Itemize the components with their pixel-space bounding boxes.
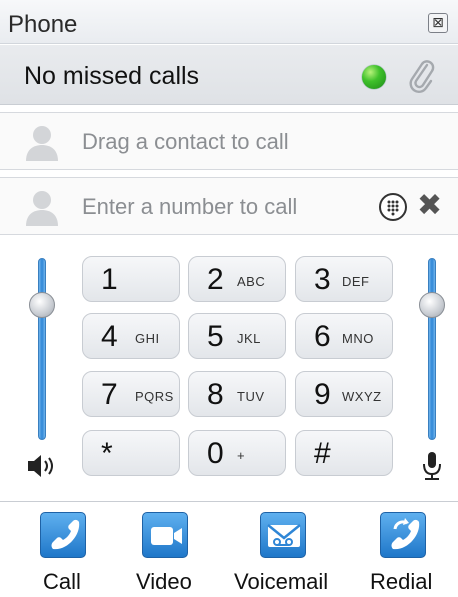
key-digit: 8 xyxy=(207,378,224,411)
redial-button[interactable]: Redial xyxy=(350,512,458,597)
status-bar: No missed calls xyxy=(0,45,458,105)
slider-track xyxy=(38,258,46,440)
voicemail-envelope-icon xyxy=(260,512,306,558)
key-digit: * xyxy=(101,437,113,470)
key-letters: GHI xyxy=(135,331,160,346)
slider-thumb[interactable] xyxy=(29,292,55,319)
key-star[interactable]: * xyxy=(82,430,180,476)
video-button[interactable]: Video xyxy=(120,512,220,597)
dialpad-toggle-button[interactable] xyxy=(379,193,407,221)
key-2[interactable]: 2 ABC xyxy=(188,256,286,302)
key-letters: WXYZ xyxy=(342,389,382,404)
redial-icon xyxy=(380,512,426,558)
key-3[interactable]: 3 DEF xyxy=(295,256,393,302)
key-digit: 3 xyxy=(314,263,331,296)
key-digit: 1 xyxy=(101,263,118,296)
key-digit: 4 xyxy=(101,320,118,353)
key-4[interactable]: 4 GHI xyxy=(82,313,180,359)
microphone-volume-slider[interactable] xyxy=(419,258,445,448)
call-button[interactable]: Call xyxy=(0,512,120,597)
paperclip-icon[interactable] xyxy=(408,59,436,95)
key-8[interactable]: 8 TUV xyxy=(188,371,286,417)
key-letters: DEF xyxy=(342,274,370,289)
contact-drop-field[interactable]: Drag a contact to call xyxy=(0,112,458,170)
missed-calls-status: No missed calls xyxy=(24,62,200,90)
number-field-placeholder: Enter a number to call xyxy=(82,194,298,219)
key-letters: PQRS xyxy=(135,389,174,404)
voicemail-label: Voicemail xyxy=(234,569,329,594)
key-digit: 7 xyxy=(101,378,118,411)
title-bar: Phone ⊠ xyxy=(0,0,458,44)
window-title: Phone xyxy=(8,11,78,38)
contact-avatar-icon xyxy=(26,191,58,226)
phone-icon xyxy=(40,512,86,558)
key-letters: + xyxy=(237,448,246,463)
call-label: Call xyxy=(43,569,81,594)
key-digit: 2 xyxy=(207,263,224,296)
key-digit: 5 xyxy=(207,320,224,353)
video-label: Video xyxy=(136,569,192,594)
key-letters: MNO xyxy=(342,331,374,346)
redial-label: Redial xyxy=(370,569,433,594)
slider-track xyxy=(428,258,436,440)
key-hash[interactable]: # xyxy=(295,430,393,476)
contact-field-placeholder: Drag a contact to call xyxy=(82,129,289,154)
slider-thumb[interactable] xyxy=(419,292,445,319)
number-input-field[interactable]: Enter a number to call ✖ xyxy=(0,177,458,235)
close-button[interactable]: ⊠ xyxy=(428,13,448,33)
online-status-icon xyxy=(362,65,386,89)
key-letters: ABC xyxy=(237,274,266,289)
key-5[interactable]: 5 JKL xyxy=(188,313,286,359)
speaker-icon xyxy=(28,455,53,477)
key-0[interactable]: 0 + xyxy=(188,430,286,476)
key-digit: # xyxy=(314,437,331,470)
video-camera-icon xyxy=(142,512,188,558)
key-digit: 6 xyxy=(314,320,331,353)
key-6[interactable]: 6 MNO xyxy=(295,313,393,359)
key-7[interactable]: 7 PQRS xyxy=(82,371,180,417)
dialpad-icon xyxy=(387,200,399,216)
key-digit: 0 xyxy=(207,437,224,470)
close-icon: ⊠ xyxy=(432,14,444,30)
speaker-volume-slider[interactable] xyxy=(29,258,55,448)
action-bar: Call Video Voicemail Redial xyxy=(0,501,458,597)
clear-number-icon[interactable]: ✖ xyxy=(417,190,442,222)
voicemail-button[interactable]: Voicemail xyxy=(220,512,350,597)
contact-avatar-icon xyxy=(26,126,58,161)
key-letters: TUV xyxy=(237,389,265,404)
key-9[interactable]: 9 WXYZ xyxy=(295,371,393,417)
key-1[interactable]: 1 xyxy=(82,256,180,302)
key-letters: JKL xyxy=(237,331,261,346)
key-digit: 9 xyxy=(314,378,331,411)
microphone-icon xyxy=(423,452,441,480)
